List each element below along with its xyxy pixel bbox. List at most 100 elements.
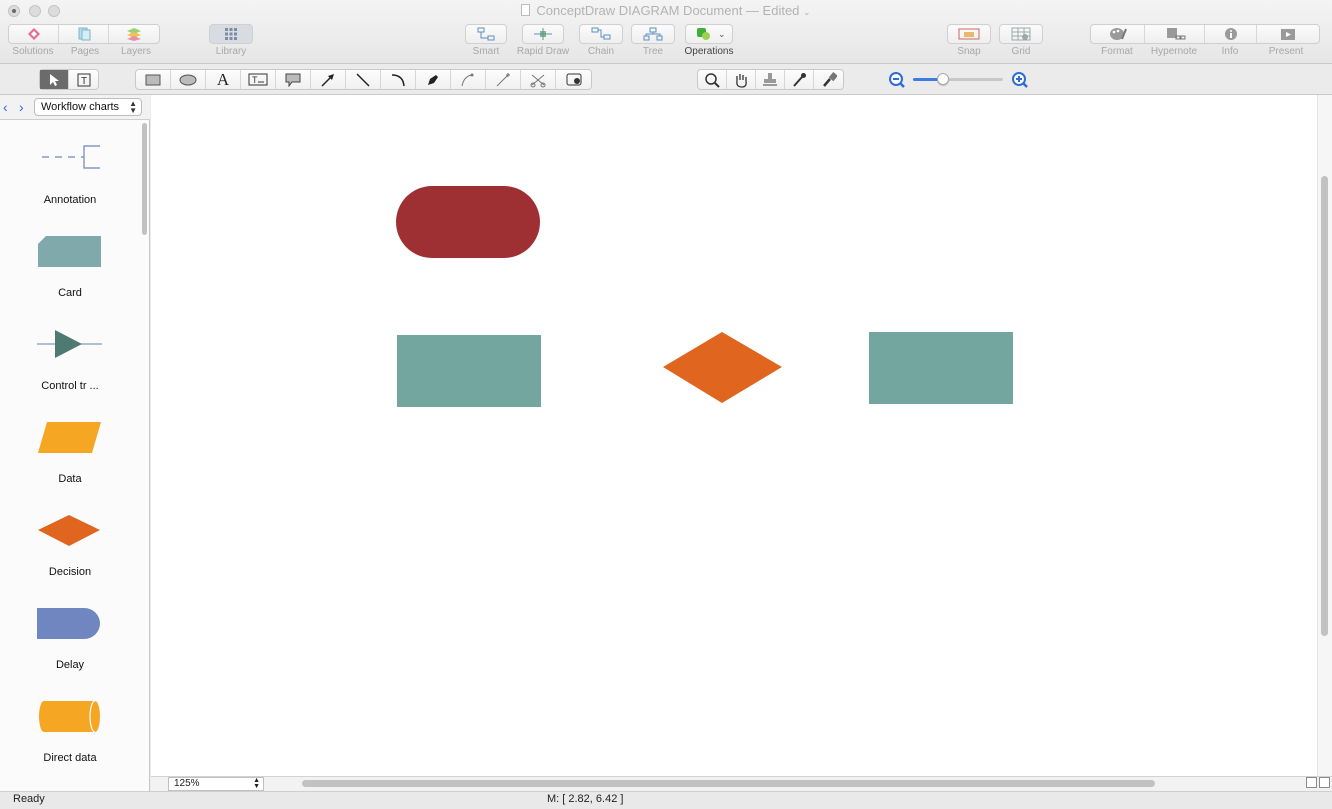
zoom-slider-knob[interactable]: [936, 73, 949, 85]
hypernote-icon: [1166, 28, 1185, 40]
zoom-in-icon[interactable]: [1011, 71, 1029, 89]
chevron-right-icon[interactable]: ›: [19, 100, 31, 114]
data-shape-icon: [38, 422, 101, 453]
text-box-tool[interactable]: T: [241, 70, 276, 89]
rectangle-tool[interactable]: [136, 70, 171, 89]
chain-button[interactable]: [579, 24, 623, 44]
vertical-scrollbar-thumb[interactable]: [1321, 176, 1328, 636]
chevron-left-icon[interactable]: ‹: [3, 100, 15, 114]
hand-icon: [736, 73, 747, 88]
arrow-tool[interactable]: [311, 70, 346, 89]
hand-tool[interactable]: [727, 70, 756, 89]
select-tool[interactable]: [40, 70, 69, 89]
library-button[interactable]: [209, 24, 253, 44]
library-select[interactable]: Workflow charts ▲ ▼: [34, 98, 142, 116]
line-tool[interactable]: [346, 70, 381, 89]
fit-to-width-button[interactable]: [1319, 777, 1330, 788]
terminator-shape[interactable]: [396, 186, 540, 258]
pages-button[interactable]: [59, 25, 109, 43]
connector-scissors-icon: [530, 74, 546, 87]
smart-button[interactable]: [465, 24, 507, 44]
drawing-tools: A T: [135, 69, 592, 90]
hypernote-button[interactable]: [1145, 25, 1205, 43]
connector-tool[interactable]: [521, 70, 556, 89]
rapid-draw-icon: [534, 28, 552, 40]
operations-button[interactable]: ⌄: [685, 24, 733, 44]
process-shape[interactable]: [869, 332, 1013, 404]
library-item-delay[interactable]: Delay: [0, 608, 140, 701]
arc-tool[interactable]: [381, 70, 416, 89]
library-select-value: Workflow charts: [41, 101, 120, 113]
text-box-icon: T: [248, 73, 268, 86]
stamp-tool[interactable]: [756, 70, 785, 89]
present-button[interactable]: [1257, 25, 1319, 43]
bezier-tool[interactable]: [451, 70, 486, 89]
magnifier-tool[interactable]: [698, 70, 727, 89]
info-label: Info: [1221, 46, 1239, 57]
present-label: Present: [1268, 46, 1304, 57]
format-painter-tool[interactable]: [814, 70, 843, 89]
svg-text:T: T: [81, 76, 87, 87]
solutions-button[interactable]: [9, 25, 59, 43]
oval-tool[interactable]: [171, 70, 206, 89]
arrow-line-icon: [321, 73, 334, 87]
layers-icon: [127, 28, 141, 41]
library-grid-icon: [225, 28, 237, 40]
chevron-down-icon: ⌄: [718, 28, 726, 39]
library-item-direct-data[interactable]: Direct data: [0, 701, 140, 794]
shape-insert-tool[interactable]: [556, 70, 591, 89]
pages-label: Pages: [70, 46, 100, 57]
eyedropper-icon: [793, 72, 806, 87]
library-item-data[interactable]: Data: [0, 422, 140, 515]
card-shape-icon: [38, 236, 101, 267]
tree-button[interactable]: [631, 24, 675, 44]
drawing-tools-bar: T A T: [0, 64, 1332, 95]
process-shape[interactable]: [397, 335, 541, 407]
eyedropper-tool[interactable]: [785, 70, 814, 89]
library-item-decision[interactable]: Decision: [0, 515, 140, 608]
layers-button[interactable]: [109, 25, 159, 43]
selection-tools: T: [39, 69, 99, 90]
annotation-shape-icon: [42, 145, 100, 169]
text-tool[interactable]: A: [206, 70, 241, 89]
bezier-icon: [461, 73, 474, 86]
library-scrollbar[interactable]: [142, 123, 147, 235]
polyline-tool[interactable]: [486, 70, 521, 89]
library-item-control-transfer[interactable]: Control tr ...: [0, 329, 140, 422]
library-item-label: Card: [58, 287, 82, 299]
document-icon: [521, 4, 531, 16]
updown-arrows-icon: ▲ ▼: [129, 99, 137, 115]
chain-label: Chain: [587, 46, 615, 57]
edited-indicator[interactable]: — Edited: [746, 3, 799, 18]
arc-icon: [391, 73, 405, 86]
diagram-canvas[interactable]: [151, 95, 1317, 776]
grid-button[interactable]: [999, 24, 1043, 44]
library-header: ‹ › Workflow charts ▲ ▼: [0, 95, 150, 120]
mouse-coordinates: M: [ 2.82, 6.42 ]: [547, 793, 624, 805]
zoom-out-icon[interactable]: [888, 71, 906, 89]
zoom-level-select[interactable]: 125% ▲ ▼: [168, 777, 264, 791]
pen-tool[interactable]: [416, 70, 451, 89]
arrow-pointer-icon: [50, 73, 59, 86]
decision-shape[interactable]: [663, 332, 782, 403]
text-select-tool[interactable]: T: [69, 70, 98, 89]
rapid-draw-button[interactable]: [522, 24, 564, 44]
document-name: ConceptDraw DIAGRAM Document: [536, 3, 743, 18]
fit-to-page-button[interactable]: [1306, 777, 1317, 788]
callout-tool[interactable]: [276, 70, 311, 89]
info-button[interactable]: [1205, 25, 1257, 43]
chevron-down-icon[interactable]: ⌄: [803, 7, 811, 17]
library-item-annotation[interactable]: Annotation: [0, 143, 140, 236]
hypernote-label: Hypernote: [1150, 46, 1198, 57]
layers-label: Layers: [120, 46, 151, 57]
library-item-label: Direct data: [43, 752, 97, 764]
pages-icon: [78, 27, 90, 41]
library-item-card[interactable]: Card: [0, 236, 140, 329]
text-frame-icon: T: [77, 73, 90, 87]
grid-label: Grid: [1011, 46, 1031, 57]
library-label: Library: [215, 46, 247, 57]
info-icon: [1224, 28, 1237, 40]
format-button[interactable]: [1091, 25, 1145, 43]
horizontal-scrollbar-thumb[interactable]: [302, 780, 1155, 787]
snap-button[interactable]: [947, 24, 991, 44]
